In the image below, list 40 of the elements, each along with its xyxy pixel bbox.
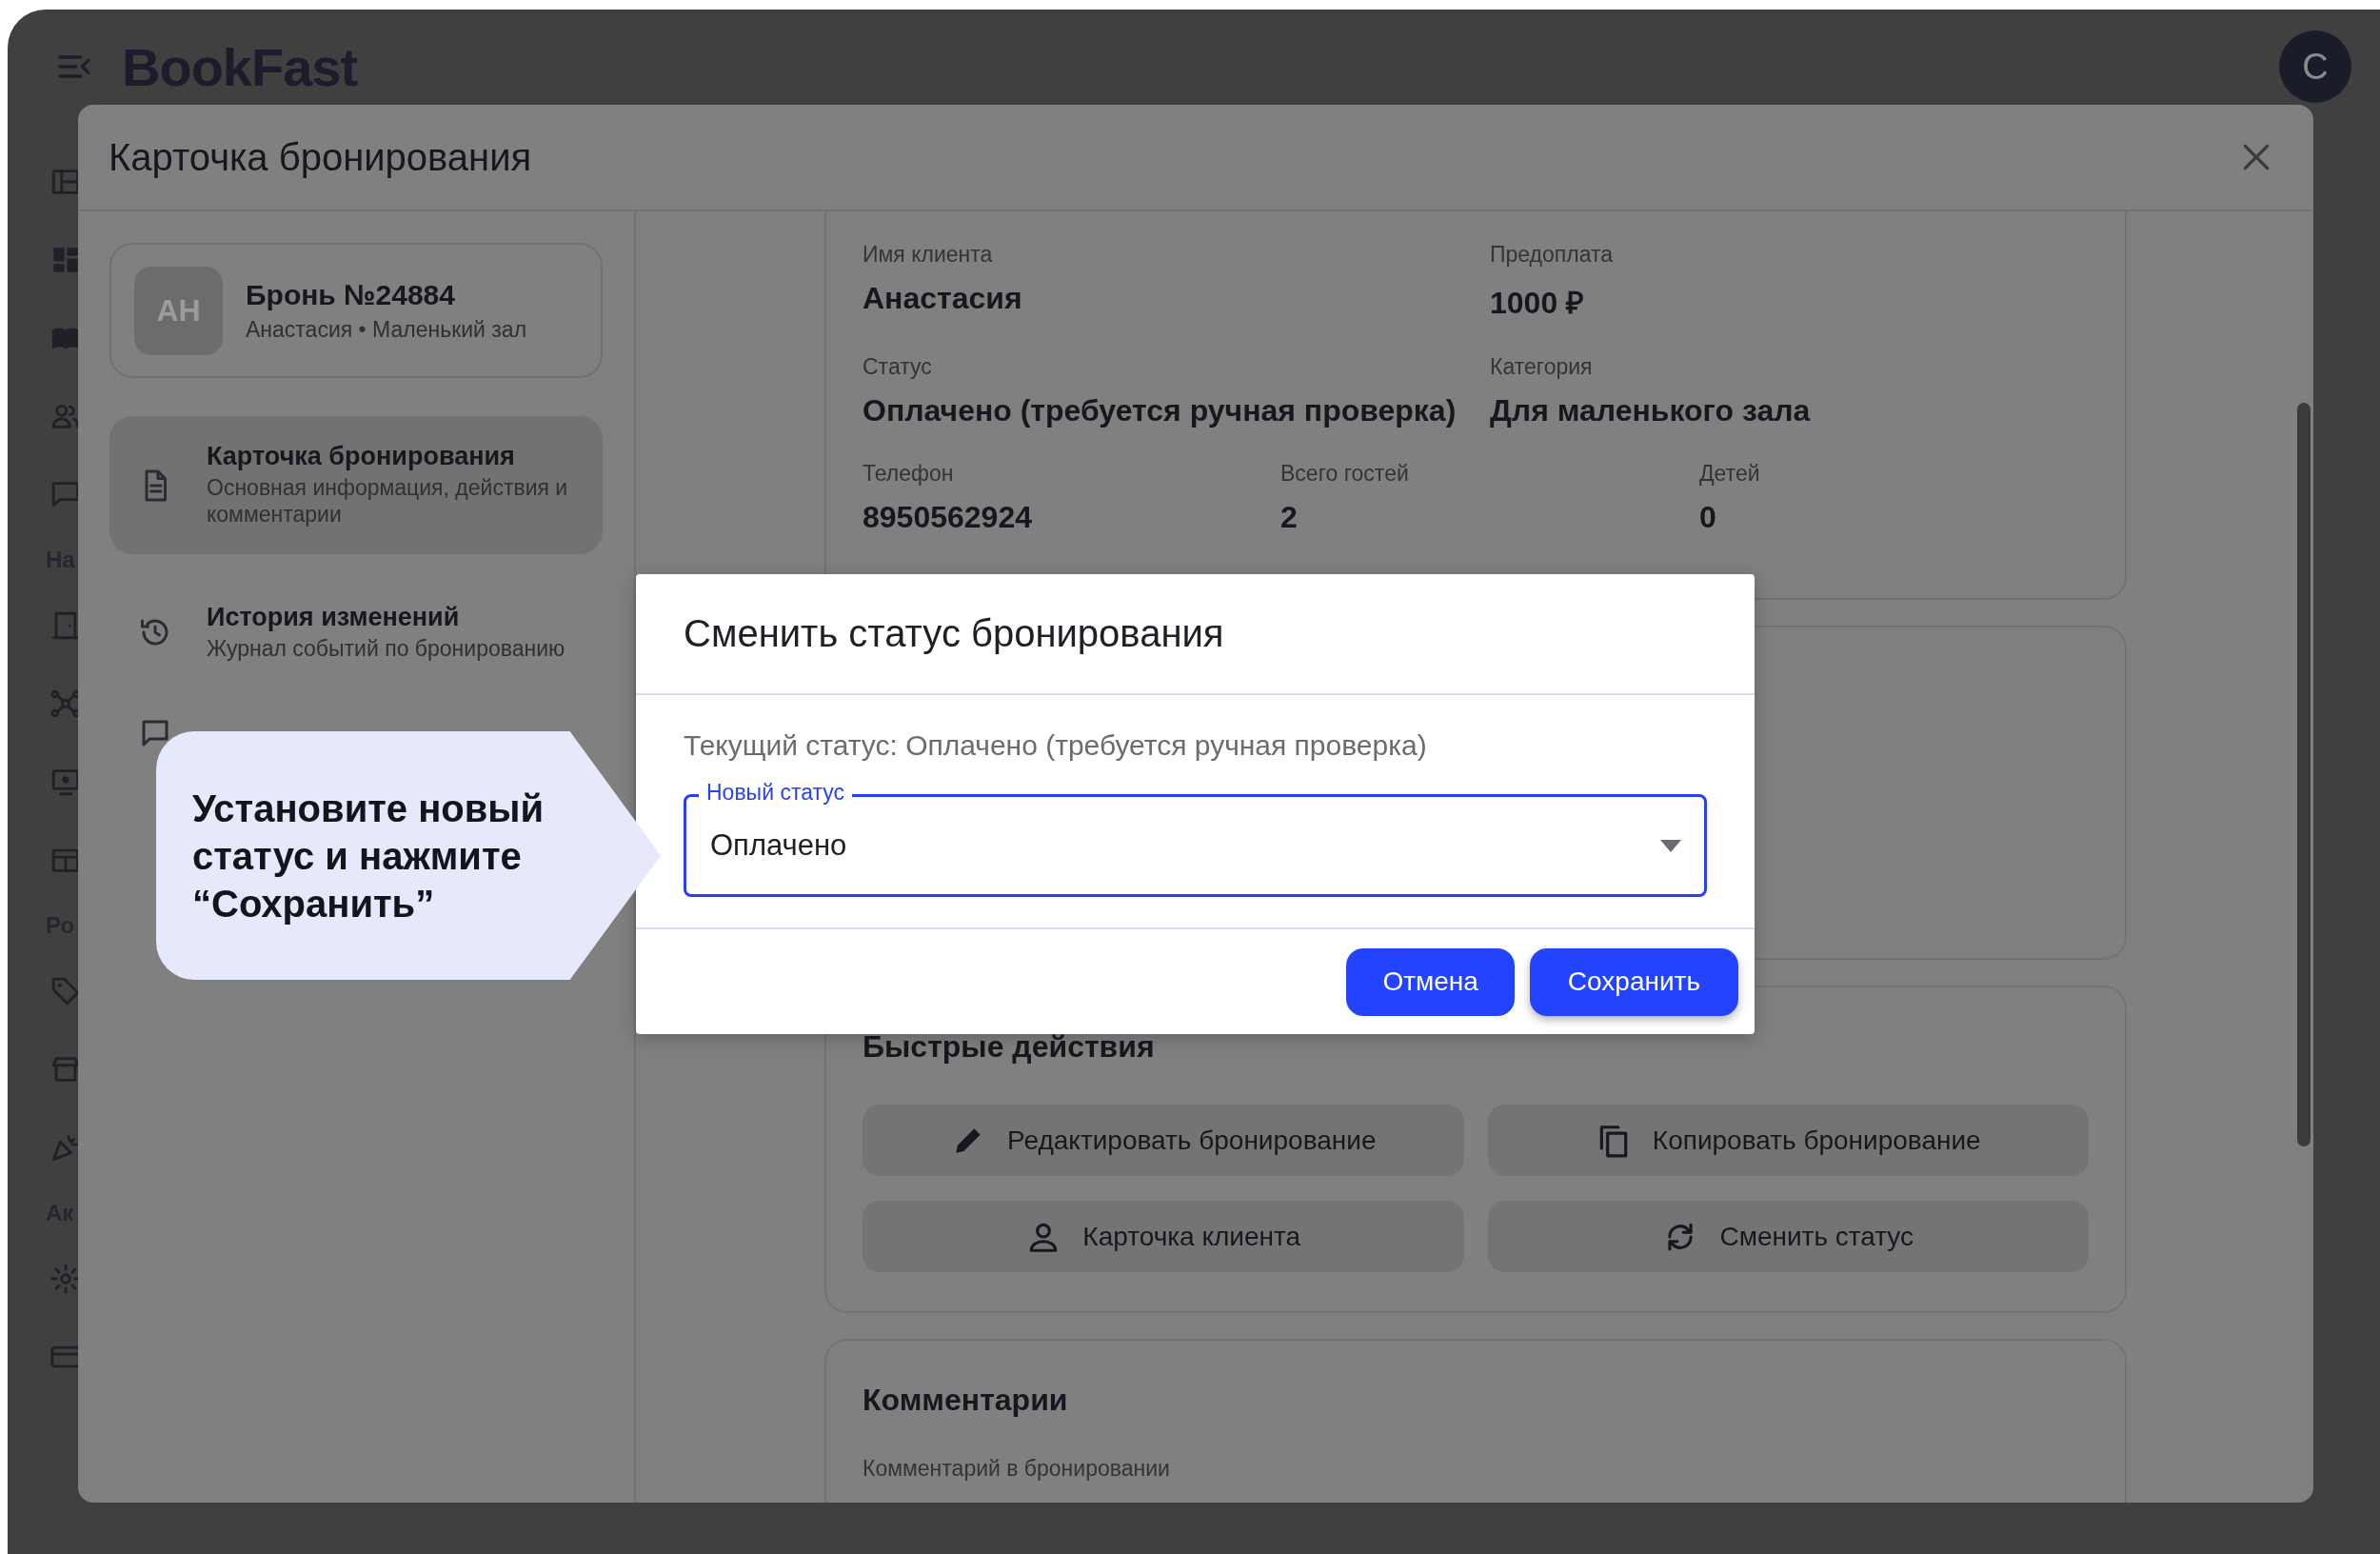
nav-title: История изменений	[207, 602, 461, 632]
callout-text: Установите новый статус и нажмите “Сохранить”	[192, 786, 545, 926]
nav-title: Карточка бронирования	[207, 442, 516, 472]
action-button[interactable]: Карточка клиента	[863, 1201, 1464, 1272]
dialog-title: Сменить статус бронирования	[636, 574, 1755, 695]
action-button[interactable]: Сменить статус	[1487, 1201, 2089, 1272]
field-value: 1000 ₽	[1490, 285, 1586, 322]
field-label: Телефон	[863, 461, 955, 487]
card-title: Быстрые действия	[863, 1029, 1156, 1065]
save-button[interactable]: Сохранить	[1529, 947, 1738, 1016]
cancel-button[interactable]: Отмена	[1346, 947, 1515, 1016]
current-status: Текущий статус: Оплачено (требуется ручная проверка)	[684, 729, 1428, 762]
field-value: Анастасия	[863, 281, 1023, 316]
caret-icon	[1660, 839, 1681, 852]
action-button[interactable]: Редактировать бронирование	[863, 1105, 1464, 1176]
action-button[interactable]: Копировать бронирование	[1487, 1105, 2089, 1176]
booking-subtitle: Анастасия • Маленький зал	[246, 316, 527, 343]
field-value: Для маленького зала	[1490, 393, 1812, 428]
booking-title: Бронь №24884	[246, 278, 456, 311]
field-label: Категория	[1490, 354, 1594, 380]
nav-subtitle: Журнал событий по бронированию	[207, 635, 565, 663]
select-value: Оплачено	[710, 828, 847, 863]
field-label: Детей	[1699, 461, 1761, 487]
nav-item[interactable]: История изменений Журнал событий по бронированию	[109, 583, 603, 682]
field-label: Комментарий в бронировании	[863, 1456, 1171, 1482]
field-label: Всего гостей	[1280, 461, 1410, 487]
field-value: Оплачено (требуется ручная проверка)	[863, 393, 1458, 428]
sheet-title: Карточка бронирования	[109, 135, 532, 179]
scrollbar[interactable]	[2297, 403, 2311, 1146]
field-value: 0	[1699, 500, 1717, 535]
nav-subtitle: Основная информация, действия и комментарии	[207, 475, 569, 528]
field-label: Предоплата	[1490, 242, 1615, 268]
nav-item[interactable]: Карточка бронирования Основная информация, действия и комментарии	[109, 416, 603, 554]
field-value: 8950562924	[863, 500, 1033, 535]
field-label: Статус	[863, 354, 933, 380]
avatar[interactable]: C	[2279, 30, 2351, 103]
status-select[interactable]: Новый статус Оплачено	[684, 778, 1707, 897]
card-title: Комментарии	[863, 1383, 1069, 1418]
field-label: Имя клиента	[863, 242, 994, 268]
field-value: 2	[1280, 500, 1299, 535]
